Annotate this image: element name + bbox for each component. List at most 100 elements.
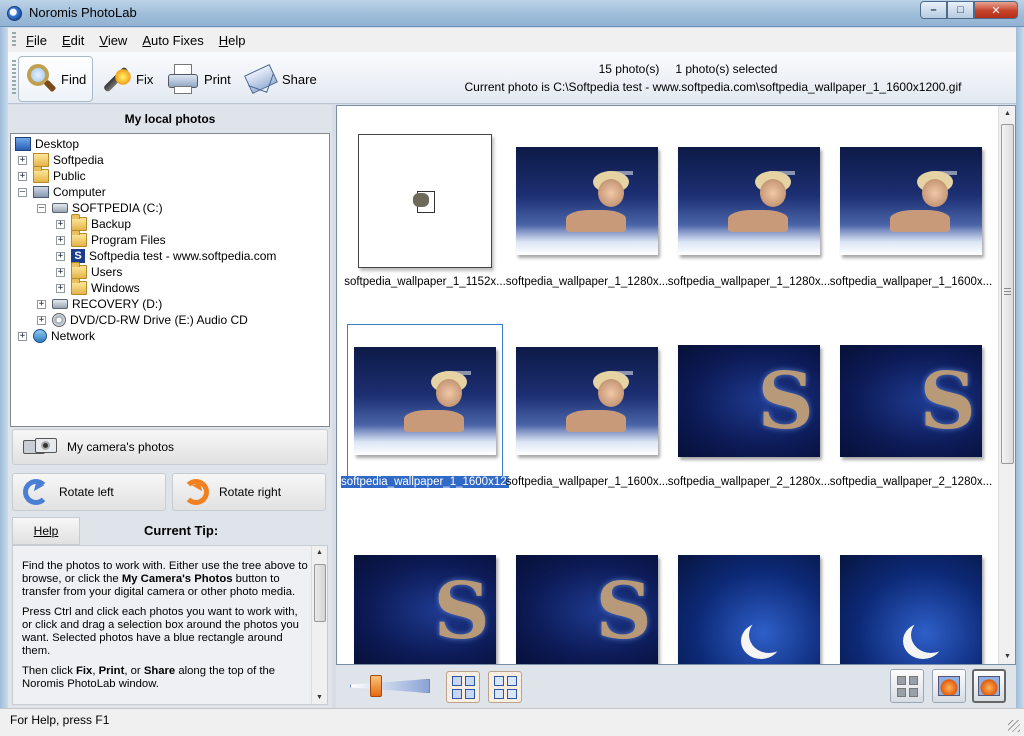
expand-icon[interactable]: + xyxy=(56,219,65,229)
expand-icon[interactable]: + xyxy=(18,331,27,341)
tree-item-users[interactable]: + Users xyxy=(56,262,122,280)
print-button[interactable]: Print xyxy=(166,56,231,102)
tree-item-softpedia[interactable]: + Softpedia xyxy=(18,152,104,168)
tip-scroll-thumb[interactable] xyxy=(314,564,326,622)
photo-thumbnail[interactable] xyxy=(833,534,989,664)
tree-item-dvd-drive[interactable]: + DVD/CD-RW Drive (E:) Audio CD xyxy=(37,312,248,328)
select-all-button[interactable] xyxy=(446,671,480,703)
photo-thumbnail[interactable]: softpedia_wallpaper_1_1600x... xyxy=(506,324,668,504)
resize-grip-icon[interactable] xyxy=(1008,720,1020,732)
thumbnail-frame[interactable] xyxy=(509,324,665,478)
thumbnail-view-button[interactable] xyxy=(890,669,924,703)
tip-scrollbar[interactable]: ▲ ▼ xyxy=(311,546,327,704)
expand-icon[interactable]: + xyxy=(56,251,65,261)
find-button[interactable]: Find xyxy=(18,56,94,102)
camera-photos-button[interactable]: My camera's photos xyxy=(12,429,328,465)
user-folder-icon xyxy=(33,153,49,167)
thumbnail-frame[interactable]: S xyxy=(509,534,665,664)
tree-item-drive-d[interactable]: + RECOVERY (D:) xyxy=(37,296,162,312)
photo-thumbnail[interactable]: softpedia_wallpaper_1_1600x... xyxy=(830,124,992,304)
grid-scrollbar[interactable]: ▲ ▼ xyxy=(998,106,1015,664)
photo-info: 15 photo(s) 1 photo(s) selected Current … xyxy=(428,62,998,94)
tree-item-network[interactable]: + Network xyxy=(18,328,95,344)
photo-image: S xyxy=(840,345,982,457)
expand-icon[interactable]: + xyxy=(37,315,46,325)
fix-button[interactable]: Fix xyxy=(98,56,153,102)
photo-thumbnail[interactable]: softpedia_wallpaper_1_1280x... xyxy=(668,124,830,304)
thumbnail-frame[interactable] xyxy=(671,124,827,278)
zoom-slider-handle[interactable] xyxy=(370,675,382,697)
rotate-right-label: Rotate right xyxy=(219,485,282,499)
photo-thumbnail[interactable]: softpedia_wallpaper_1_1280x... xyxy=(506,124,668,304)
tree-item-public[interactable]: + Public xyxy=(18,166,86,184)
help-button[interactable]: Help xyxy=(12,517,80,545)
status-bar: For Help, press F1 xyxy=(0,708,1024,736)
selected-thumbnail-frame[interactable] xyxy=(347,324,503,478)
maximize-button[interactable]: □ xyxy=(947,1,974,19)
thumbnail-frame[interactable] xyxy=(347,124,503,278)
expand-icon[interactable]: + xyxy=(18,171,27,181)
photo-thumbnail[interactable]: S xyxy=(347,534,503,664)
menu-edit[interactable]: Edit xyxy=(62,33,84,48)
tip-title: Current Tip: xyxy=(144,523,219,538)
menu-grip[interactable] xyxy=(12,32,16,48)
window-controls: – □ ✕ xyxy=(920,1,1018,19)
menu-auto-fixes[interactable]: Auto Fixes xyxy=(142,33,203,48)
collapse-icon[interactable]: – xyxy=(18,187,27,197)
filmstrip-view-button[interactable] xyxy=(932,669,966,703)
thumbnail-frame[interactable] xyxy=(671,534,827,664)
tree-label: RECOVERY (D:) xyxy=(72,297,163,311)
menu-view[interactable]: View xyxy=(99,33,127,48)
fullscreen-view-button[interactable] xyxy=(972,669,1006,703)
menu-file[interactable]: File xyxy=(26,33,47,48)
rotate-left-button[interactable]: Rotate left xyxy=(12,473,166,511)
collapse-icon[interactable]: – xyxy=(37,203,46,213)
scroll-up-icon[interactable]: ▲ xyxy=(1004,110,1011,117)
thumbnail-frame[interactable] xyxy=(833,124,989,278)
zoom-slider-track[interactable] xyxy=(350,679,430,693)
tip-text-bold: Print xyxy=(98,665,125,677)
expand-icon[interactable]: + xyxy=(56,235,65,245)
tree-item-softpedia-test[interactable]: + S Softpedia test - www.softpedia.com xyxy=(56,248,276,264)
thumbnail-frame[interactable]: S xyxy=(671,324,827,478)
close-button[interactable]: ✕ xyxy=(974,1,1018,19)
expand-icon[interactable]: + xyxy=(18,155,27,165)
photo-thumbnail[interactable]: S xyxy=(509,534,665,664)
minimize-icon: – xyxy=(930,4,937,16)
drive-icon xyxy=(52,203,68,213)
menu-help[interactable]: Help xyxy=(219,33,246,48)
thumbnail-frame[interactable] xyxy=(833,534,989,664)
photo-thumbnail[interactable] xyxy=(671,534,827,664)
photo-thumbnail[interactable]: Ssoftpedia_wallpaper_2_1280x... xyxy=(830,324,992,504)
tree-item-windows[interactable]: + Windows xyxy=(56,278,140,296)
share-button[interactable]: Share xyxy=(244,56,317,102)
photo-grid[interactable]: softpedia_wallpaper_1_1152x... softpedia_… xyxy=(336,105,1016,665)
tree-label: DVD/CD-RW Drive (E:) Audio CD xyxy=(70,313,248,327)
left-panel: My local photos Desktop + Softpedia + Publ… xyxy=(8,105,332,708)
expand-icon[interactable]: + xyxy=(56,283,65,293)
tree-item-computer[interactable]: – Computer xyxy=(18,184,106,200)
tree-item-backup[interactable]: + Backup xyxy=(56,214,131,232)
tree-item-drive-c[interactable]: – SOFTPEDIA (C:) xyxy=(37,200,163,216)
select-none-button[interactable] xyxy=(488,671,522,703)
tree-item-program-files[interactable]: + Program Files xyxy=(56,230,166,248)
photo-thumbnail[interactable]: Ssoftpedia_wallpaper_2_1280x... xyxy=(668,324,830,504)
scroll-down-icon[interactable]: ▼ xyxy=(1004,653,1011,660)
photo-filename: softpedia_wallpaper_1_1280x... xyxy=(665,276,833,288)
scroll-up-icon[interactable]: ▲ xyxy=(316,549,323,556)
expand-icon[interactable]: + xyxy=(56,267,65,277)
tree-item-desktop[interactable]: Desktop xyxy=(15,136,79,152)
photo-thumbnail[interactable]: softpedia_wallpaper_1_1600x1200.gif xyxy=(341,324,509,504)
minimize-button[interactable]: – xyxy=(920,1,947,19)
thumbnail-frame[interactable]: S xyxy=(347,534,503,664)
softpedia-folder-icon: S xyxy=(71,249,85,263)
scroll-down-icon[interactable]: ▼ xyxy=(316,694,323,701)
thumbnail-frame[interactable]: S xyxy=(833,324,989,478)
rotate-right-button[interactable]: Rotate right xyxy=(172,473,326,511)
folder-tree[interactable]: Desktop + Softpedia + Public – Computer – SO… xyxy=(10,133,330,427)
photo-image: S xyxy=(516,555,658,664)
photo-thumbnail[interactable]: softpedia_wallpaper_1_1152x... xyxy=(344,124,506,304)
expand-icon[interactable]: + xyxy=(37,299,46,309)
toolbar-grip[interactable] xyxy=(12,60,16,96)
thumbnail-frame[interactable] xyxy=(509,124,665,278)
